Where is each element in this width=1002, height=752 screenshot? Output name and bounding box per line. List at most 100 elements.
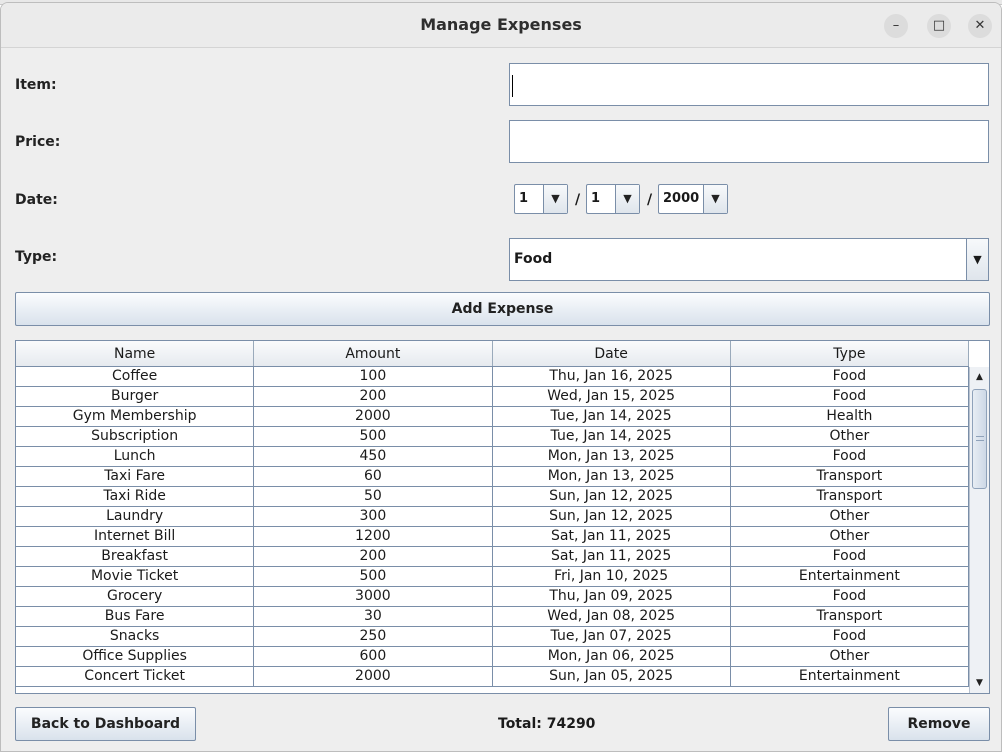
scroll-down-icon[interactable]: ▼ bbox=[970, 673, 989, 693]
table-cell: Bus Fare bbox=[16, 607, 255, 626]
table-row[interactable]: Subscription 500 Tue, Jan 14, 2025 Other bbox=[16, 427, 969, 447]
date-month-select[interactable]: 1 ▼ bbox=[586, 184, 640, 214]
table-cell: Burger bbox=[16, 387, 255, 406]
table-cell: Taxi Fare bbox=[16, 467, 255, 486]
table-cell: Food bbox=[731, 387, 969, 406]
expenses-table: Name Amount Date Type Coffee 100 Thu, Jan … bbox=[15, 340, 990, 694]
chevron-down-icon[interactable]: ▼ bbox=[615, 185, 639, 213]
table-cell: Lunch bbox=[16, 447, 255, 466]
price-label: Price: bbox=[15, 134, 61, 150]
add-expense-button[interactable]: Add Expense bbox=[15, 292, 990, 326]
table-cell: Wed, Jan 08, 2025 bbox=[493, 607, 731, 626]
table-cell: 200 bbox=[254, 387, 493, 406]
table-cell: Other bbox=[731, 507, 969, 526]
table-row[interactable]: Taxi Fare 60 Mon, Jan 13, 2025 Transport bbox=[16, 467, 969, 487]
scroll-up-icon[interactable]: ▲ bbox=[970, 367, 989, 387]
table-cell: Fri, Jan 10, 2025 bbox=[493, 567, 731, 586]
column-header-date[interactable]: Date bbox=[493, 341, 731, 366]
table-cell: Sun, Jan 05, 2025 bbox=[493, 667, 731, 686]
type-select[interactable]: Food ▼ bbox=[509, 238, 989, 281]
date-separator: / bbox=[647, 192, 653, 208]
chevron-down-icon[interactable]: ▼ bbox=[703, 185, 727, 213]
table-cell: 50 bbox=[254, 487, 493, 506]
manage-expenses-window: Manage Expenses – □ ✕ Item: Price: Date:… bbox=[0, 2, 1002, 752]
table-cell: Mon, Jan 13, 2025 bbox=[493, 447, 731, 466]
table-row[interactable]: Grocery 3000 Thu, Jan 09, 2025 Food bbox=[16, 587, 969, 607]
table-row[interactable]: Movie Ticket 500 Fri, Jan 10, 2025 Entertai… bbox=[16, 567, 969, 587]
item-input[interactable] bbox=[509, 63, 989, 106]
table-cell: Transport bbox=[731, 487, 969, 506]
grip-icon bbox=[976, 436, 984, 441]
table-row[interactable]: Laundry 300 Sun, Jan 12, 2025 Other bbox=[16, 507, 969, 527]
remove-button[interactable]: Remove bbox=[888, 707, 990, 741]
table-row[interactable]: Snacks 250 Tue, Jan 07, 2025 Food bbox=[16, 627, 969, 647]
table-cell: 2000 bbox=[254, 667, 493, 686]
table-cell: Thu, Jan 09, 2025 bbox=[493, 587, 731, 606]
table-header: Name Amount Date Type bbox=[16, 341, 969, 367]
date-month-value: 1 bbox=[591, 191, 601, 206]
chevron-down-icon[interactable]: ▼ bbox=[966, 239, 988, 280]
back-to-dashboard-button[interactable]: Back to Dashboard bbox=[15, 707, 196, 741]
table-row[interactable]: Internet Bill 1200 Sat, Jan 11, 2025 Other bbox=[16, 527, 969, 547]
table-row[interactable]: Coffee 100 Thu, Jan 16, 2025 Food bbox=[16, 367, 969, 387]
table-cell: Food bbox=[731, 627, 969, 646]
table-cell: Tue, Jan 07, 2025 bbox=[493, 627, 731, 646]
table-row[interactable]: Burger 200 Wed, Jan 15, 2025 Food bbox=[16, 387, 969, 407]
table-cell: Subscription bbox=[16, 427, 255, 446]
table-cell: 2000 bbox=[254, 407, 493, 426]
close-icon[interactable]: ✕ bbox=[968, 14, 992, 38]
table-cell: Snacks bbox=[16, 627, 255, 646]
table-cell: Mon, Jan 06, 2025 bbox=[493, 647, 731, 666]
type-value: Food bbox=[514, 251, 553, 267]
date-year-value: 2000 bbox=[663, 191, 700, 206]
table-cell: 60 bbox=[254, 467, 493, 486]
table-cell: Entertainment bbox=[731, 667, 969, 686]
table-cell: Tue, Jan 14, 2025 bbox=[493, 427, 731, 446]
table-cell: Gym Membership bbox=[16, 407, 255, 426]
title-bar: Manage Expenses – □ ✕ bbox=[1, 3, 1001, 48]
date-year-select[interactable]: 2000 ▼ bbox=[658, 184, 728, 214]
table-row[interactable]: Breakfast 200 Sat, Jan 11, 2025 Food bbox=[16, 547, 969, 567]
table-cell: Taxi Ride bbox=[16, 487, 255, 506]
table-cell: Transport bbox=[731, 607, 969, 626]
table-row[interactable]: Concert Ticket 2000 Sun, Jan 05, 2025 Enter… bbox=[16, 667, 969, 687]
chevron-down-icon[interactable]: ▼ bbox=[543, 185, 567, 213]
table-row[interactable]: Gym Membership 2000 Tue, Jan 14, 2025 Healt… bbox=[16, 407, 969, 427]
scrollbar-thumb[interactable] bbox=[972, 389, 987, 489]
column-header-type[interactable]: Type bbox=[731, 341, 969, 366]
type-label: Type: bbox=[15, 249, 58, 265]
price-input[interactable] bbox=[509, 120, 989, 163]
table-cell: Other bbox=[731, 527, 969, 546]
table-row[interactable]: Office Supplies 600 Mon, Jan 06, 2025 Other bbox=[16, 647, 969, 667]
table-cell: Transport bbox=[731, 467, 969, 486]
table-cell: Mon, Jan 13, 2025 bbox=[493, 467, 731, 486]
column-header-amount[interactable]: Amount bbox=[254, 341, 493, 366]
date-day-select[interactable]: 1 ▼ bbox=[514, 184, 568, 214]
maximize-icon[interactable]: □ bbox=[927, 14, 951, 38]
table-cell: Food bbox=[731, 547, 969, 566]
table-cell: 500 bbox=[254, 567, 493, 586]
item-label: Item: bbox=[15, 77, 57, 93]
table-cell: 500 bbox=[254, 427, 493, 446]
table-cell: Tue, Jan 14, 2025 bbox=[493, 407, 731, 426]
window-title: Manage Expenses bbox=[420, 15, 582, 34]
column-header-name[interactable]: Name bbox=[16, 341, 255, 366]
table-row[interactable]: Lunch 450 Mon, Jan 13, 2025 Food bbox=[16, 447, 969, 467]
table-cell: Wed, Jan 15, 2025 bbox=[493, 387, 731, 406]
table-row[interactable]: Bus Fare 30 Wed, Jan 08, 2025 Transport bbox=[16, 607, 969, 627]
table-cell: Laundry bbox=[16, 507, 255, 526]
table-cell: 250 bbox=[254, 627, 493, 646]
table-cell: Sat, Jan 11, 2025 bbox=[493, 527, 731, 546]
table-cell: Internet Bill bbox=[16, 527, 255, 546]
date-day-value: 1 bbox=[519, 191, 529, 206]
table-cell: Breakfast bbox=[16, 547, 255, 566]
minimize-icon[interactable]: – bbox=[884, 14, 908, 38]
table-cell: Sat, Jan 11, 2025 bbox=[493, 547, 731, 566]
table-cell: 100 bbox=[254, 367, 493, 386]
date-separator: / bbox=[575, 192, 581, 208]
vertical-scrollbar[interactable]: ▲ ▼ bbox=[969, 367, 989, 693]
total-label: Total: 74290 bbox=[498, 716, 596, 732]
table-row[interactable]: Taxi Ride 50 Sun, Jan 12, 2025 Transport bbox=[16, 487, 969, 507]
table-cell: 450 bbox=[254, 447, 493, 466]
table-cell: Food bbox=[731, 587, 969, 606]
